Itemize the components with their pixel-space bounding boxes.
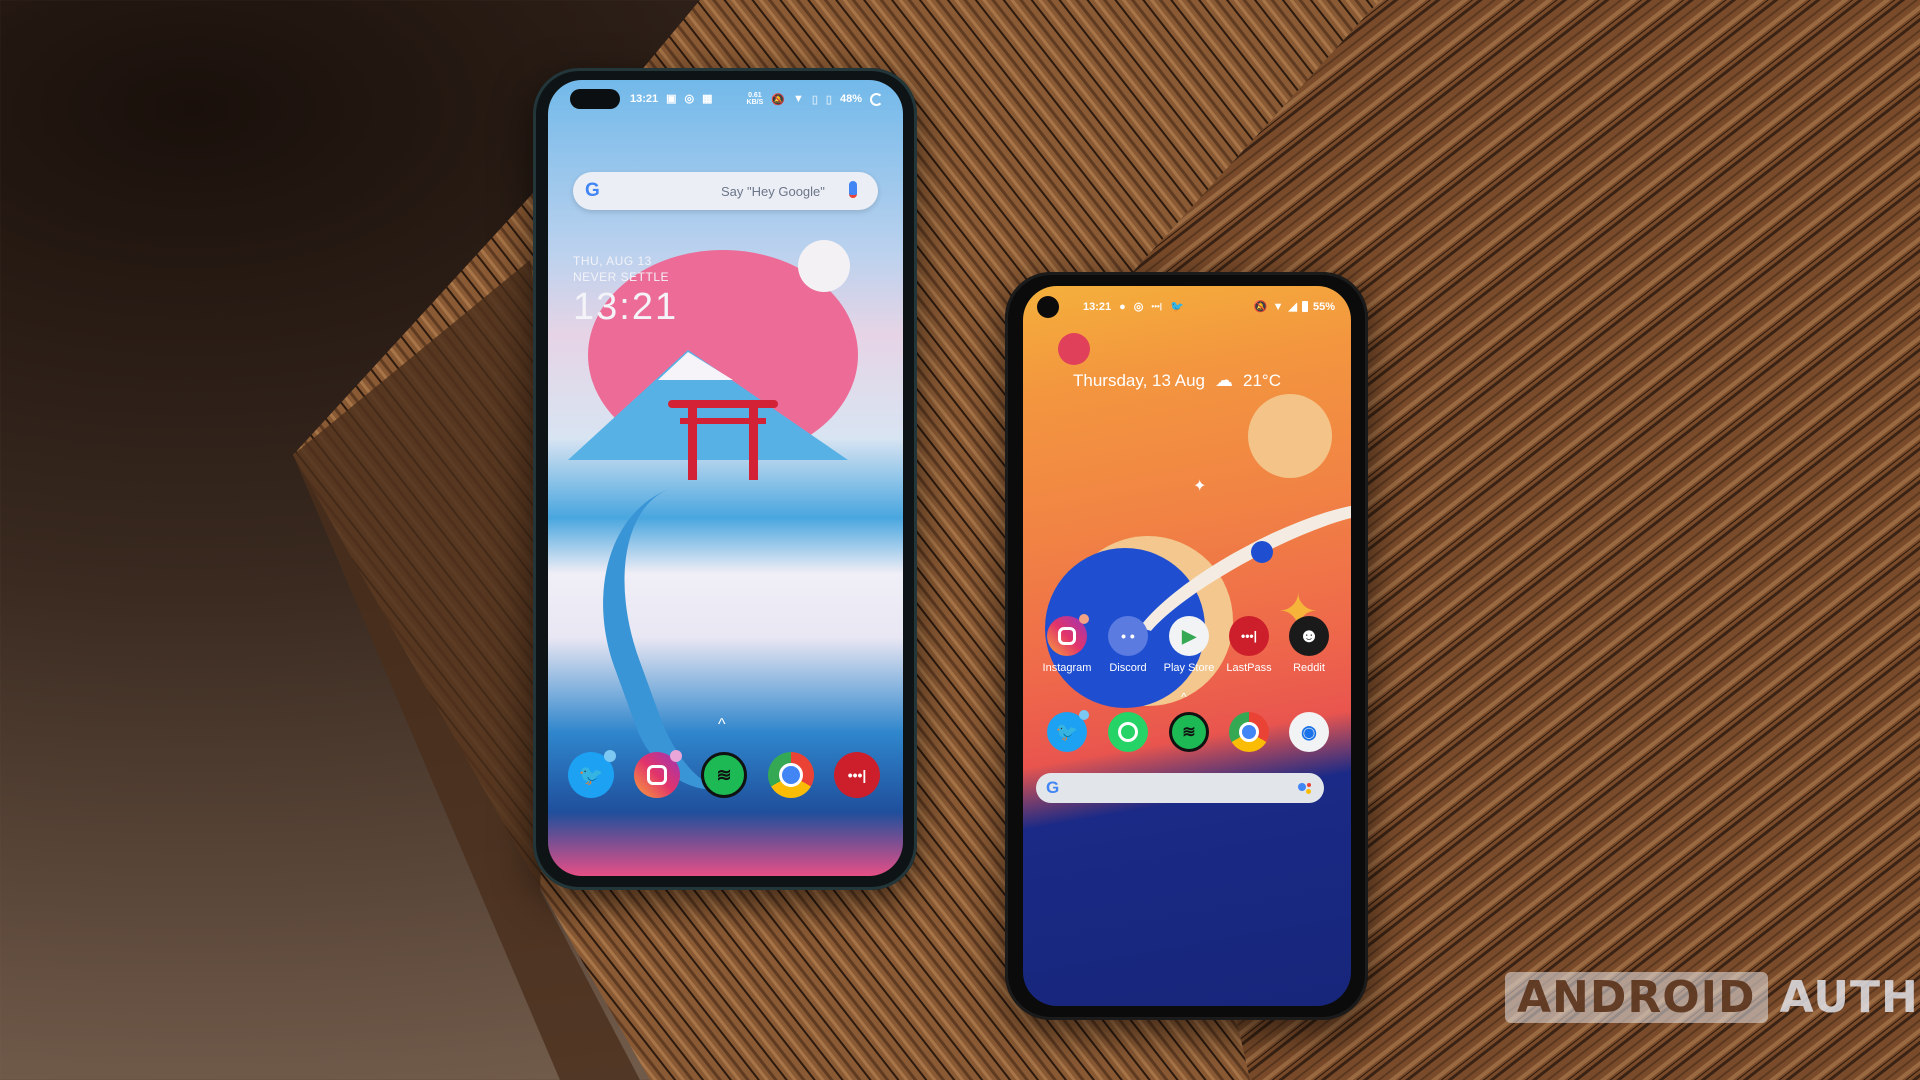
twitter-icon: 🐦 [578, 764, 604, 787]
dock-app-lastpass[interactable]: •••| [834, 752, 880, 798]
partly-cloudy-icon: ☁ [1215, 370, 1233, 390]
signal-icon: ◢ [1288, 301, 1297, 313]
chrome-icon [779, 763, 803, 787]
app-row: • • ▶ •••| ☻ Instagram Discord Play Stor… [1023, 614, 1351, 686]
dock-app-twitter[interactable]: 🐦 [568, 750, 616, 798]
spotify-icon: ≋ [716, 764, 732, 785]
dock-app-spotify[interactable]: ≋ [701, 752, 747, 798]
instagram-icon: ◎ [1133, 301, 1144, 313]
play-store-icon: ▶ [1182, 625, 1196, 646]
status-time: 13:21 [630, 92, 659, 105]
wallpaper-mountain-snow [658, 352, 733, 380]
spotify-icon: ≋ [1182, 724, 1196, 741]
battery-percent: 48% [839, 93, 862, 105]
torii-gate-icon [668, 400, 778, 480]
battery-icon [1301, 301, 1308, 312]
twitter-icon: 🐦 [1055, 721, 1079, 742]
camera-icon: ◉ [1301, 721, 1317, 742]
status-bar-left: 13:21 ▣ ◎ ▦ [630, 92, 713, 106]
mic-icon[interactable] [849, 181, 857, 198]
net-speed: 0.61 KB/S [746, 92, 764, 106]
camera-cutout [570, 89, 620, 109]
mute-icon: 🔕 [1253, 301, 1268, 313]
no-sim-icon: ▯ [811, 93, 818, 106]
status-bar-right: 🔕 ▼ ◢ 55% [1253, 300, 1335, 314]
glance-temperature: 21°C [1243, 370, 1281, 390]
battery-ring-icon [870, 92, 883, 106]
app-discord[interactable]: • • [1108, 616, 1148, 656]
lastpass-icon: •••| [1241, 629, 1257, 643]
right-phone-screen[interactable]: ✦ ✦ 13:21 ● ◎ •••| 🐦 🔕 ▼ ◢ 55% Thursday,… [1023, 286, 1351, 1006]
twitch-icon: ▣ [666, 93, 677, 105]
right-phone: ✦ ✦ 13:21 ● ◎ •••| 🐦 🔕 ▼ ◢ 55% Thursday,… [1005, 272, 1368, 1020]
google-assistant-icon[interactable] [1298, 783, 1314, 795]
dock-app-chrome[interactable] [1229, 712, 1269, 752]
gallery-icon: ▦ [702, 93, 713, 105]
glance-date: Thursday, 13 Aug [1073, 370, 1205, 390]
app-instagram[interactable] [1047, 614, 1089, 656]
wallpaper-red-dot [1058, 333, 1090, 365]
search-placeholder: Say "Hey Google" [721, 184, 825, 199]
chrome-icon [1239, 722, 1259, 742]
status-bar-left: 13:21 ● ◎ •••| 🐦 [1083, 300, 1184, 314]
wooden-table [293, 0, 1920, 1080]
android-authority-watermark: ANDROID AUTHORITY [1505, 972, 1920, 1023]
app-lastpass[interactable]: •••| [1229, 616, 1269, 656]
wallpaper-star-small: ✦ [1193, 478, 1207, 495]
instagram-icon [647, 765, 667, 785]
google-search-bar[interactable]: G Say "Hey Google" [573, 172, 878, 210]
reddit-icon: ☻ [1298, 624, 1320, 647]
left-phone-screen[interactable]: 13:21 ▣ ◎ ▦ 0.61 KB/S 🔕 ▼ ▯ ▯ 48% G Say "… [548, 80, 903, 876]
dock-app-twitter[interactable]: 🐦 [1047, 710, 1089, 752]
app-play-store[interactable]: ▶ [1169, 616, 1209, 656]
status-bar-right: 0.61 KB/S 🔕 ▼ ▯ ▯ 48% [747, 92, 883, 106]
app-label-reddit: Reddit [1293, 662, 1325, 674]
app-reddit[interactable]: ☻ [1289, 616, 1329, 656]
app-drawer-hint[interactable]: ^ [1181, 690, 1187, 704]
punch-hole-camera [1037, 296, 1059, 318]
lastpass-icon: •••| [847, 767, 867, 783]
wifi-icon: ▼ [1272, 300, 1284, 313]
wallpaper-moon [1248, 394, 1332, 478]
google-search-bar[interactable]: G [1036, 773, 1324, 803]
watermark-authority: AUTHORITY [1779, 972, 1920, 1023]
widget-date: THU, AUG 13 [573, 254, 652, 268]
widget-tagline: NEVER SETTLE [573, 270, 670, 284]
battery-percent: 55% [1312, 300, 1335, 313]
wallpaper-moonlet [1251, 541, 1273, 563]
left-phone: 13:21 ▣ ◎ ▦ 0.61 KB/S 🔕 ▼ ▯ ▯ 48% G Say "… [533, 68, 917, 890]
dock-app-whatsapp[interactable] [1108, 712, 1148, 752]
at-a-glance-widget[interactable]: Thursday, 13 Aug ☁ 21°C [1073, 370, 1281, 391]
dock-app-chrome[interactable] [768, 752, 814, 798]
google-logo-icon: G [1046, 778, 1060, 797]
notification-badge [1079, 614, 1089, 624]
wallpaper-moon [798, 240, 850, 292]
whatsapp-icon [1118, 722, 1138, 742]
right-dock: 🐦 ≋ ◉ [1023, 710, 1351, 762]
twitter-icon: 🐦 [1170, 301, 1184, 313]
notification-badge [1079, 710, 1089, 720]
spotify-icon: ● [1119, 300, 1126, 313]
discord-icon: • • [1121, 628, 1135, 644]
notification-badge [670, 750, 682, 762]
left-dock: 🐦 ≋ •••| [548, 750, 903, 812]
clock-widget[interactable]: THU, AUG 13 NEVER SETTLE 13:21 [573, 254, 678, 329]
notification-badge [604, 750, 616, 762]
dock-app-camera[interactable]: ◉ [1289, 712, 1329, 752]
widget-time: 13:21 [573, 286, 679, 328]
lastpass-icon: •••| [1151, 302, 1163, 311]
app-drawer-hint[interactable]: ^ [718, 716, 726, 734]
instagram-icon: ◎ [684, 93, 695, 105]
dock-app-instagram[interactable] [634, 750, 682, 798]
mute-icon: 🔕 [771, 93, 785, 106]
dock-app-spotify[interactable]: ≋ [1169, 712, 1209, 752]
wifi-icon: ▼ [792, 93, 804, 105]
watermark-android: ANDROID [1505, 972, 1768, 1023]
instagram-icon [1058, 627, 1076, 645]
no-sim-icon: ▯ [825, 93, 832, 106]
google-logo-icon: G [585, 180, 600, 201]
status-time: 13:21 [1083, 300, 1112, 313]
